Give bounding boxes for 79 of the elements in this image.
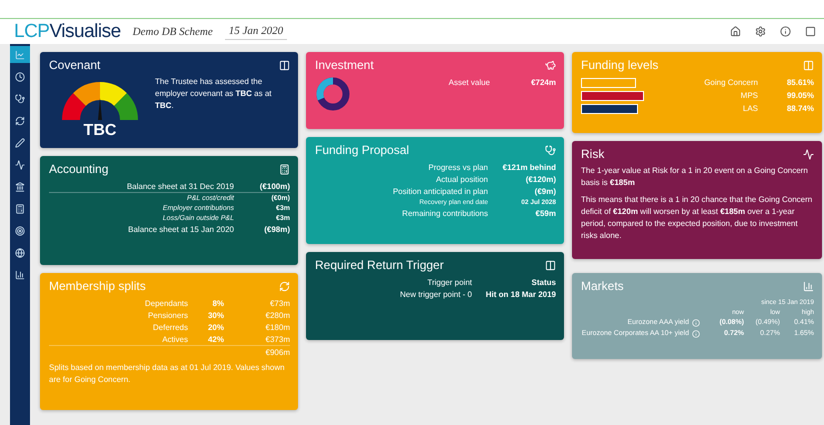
row-label: Deferreds	[152, 322, 188, 332]
row-share: 8%	[211, 298, 224, 308]
chart-icon	[15, 50, 25, 60]
bar-chart-icon	[15, 270, 25, 280]
gauge-label: TBC	[84, 122, 116, 140]
total-value: €906m	[264, 348, 290, 356]
scheme-name: Demo DB Scheme	[132, 26, 213, 38]
refresh-icon	[279, 280, 290, 292]
membership-note: Splits based on membership data as at 01 Jul 2019. Values shown are for Going Concern.	[49, 362, 286, 386]
row-value: 99.05%	[786, 91, 814, 100]
pen-icon	[15, 138, 25, 148]
columns-icon	[803, 60, 814, 70]
row-value: (€100m)	[258, 182, 290, 190]
clock-icon	[15, 72, 25, 82]
logo: LCPVisualise	[14, 20, 121, 42]
stethoscope-icon	[545, 144, 556, 156]
row-value: 88.74%	[786, 104, 814, 113]
row-share: 30%	[206, 310, 224, 320]
home-icon[interactable]	[730, 26, 741, 37]
row-label: LAS	[742, 104, 758, 113]
card-title: Covenant	[49, 58, 100, 72]
stethoscope-icon	[15, 94, 25, 104]
row-label: Pensioners	[146, 310, 188, 320]
row-share: 42%	[206, 334, 224, 344]
activity-icon	[15, 160, 25, 170]
square-icon[interactable]	[805, 26, 816, 37]
columns-icon	[279, 60, 290, 70]
card-title: Funding levels	[581, 58, 658, 72]
row-value: €724m	[530, 78, 556, 86]
columns-icon	[545, 260, 556, 270]
row-value: (€98m)	[263, 224, 290, 234]
row-value: €121m behind	[502, 162, 556, 172]
refresh-icon	[15, 116, 25, 126]
row-value: €59m	[534, 208, 556, 218]
row-value: €280m	[264, 310, 290, 320]
calculator-icon	[15, 204, 25, 214]
card-title: Membership splits	[49, 279, 146, 293]
donut-drawing	[315, 76, 351, 112]
card-title: Required Return Trigger	[315, 258, 444, 272]
row-label: Actives	[161, 334, 188, 344]
row-label: Going Concern	[703, 78, 758, 87]
row-value: 85.61%	[786, 78, 814, 87]
activity-icon	[803, 148, 814, 160]
risk-text: The 1-year value at Risk for a 1 in 20 event on a Going Concern basis is €185m	[581, 165, 809, 189]
globe-icon	[15, 248, 25, 258]
row-label: Dependants	[144, 298, 188, 308]
target-icon	[15, 226, 25, 236]
building-icon	[15, 182, 25, 192]
date-field[interactable]: 15 Jan 2020	[224, 23, 288, 40]
card-title: Risk	[581, 147, 604, 161]
row-share: 20%	[206, 322, 224, 332]
settings-icon[interactable]	[755, 26, 766, 37]
row-value: (€120m)	[524, 174, 556, 184]
row-label: New trigger point - 0	[398, 290, 472, 298]
row-label: Asset value	[448, 78, 490, 86]
card-title: Accounting	[49, 162, 108, 176]
row-value: €73m	[268, 298, 290, 308]
row-value: €373m	[264, 334, 290, 344]
row-value: (€9m)	[534, 186, 556, 196]
card-title: Investment	[315, 58, 374, 72]
piggy-bank-icon	[545, 60, 556, 70]
bar-chart-icon	[803, 280, 814, 292]
card-title: Markets	[581, 279, 624, 293]
row-label: Remaining contributions	[401, 208, 488, 218]
row-value: Status	[530, 278, 556, 286]
row-value: Hit on 18 Mar 2019	[484, 290, 556, 298]
calculator-icon	[279, 164, 290, 174]
row-label: Trigger point	[426, 278, 472, 286]
row-value: €180m	[264, 322, 290, 332]
risk-text: This means that there is a 1 in 20 chance that the Going Concern deficit of €120m will worsen by at least €185m over a 1-year period, compared to the expected position, due to investment risks alone.	[581, 194, 814, 242]
row-label: Balance sheet at 15 Jan 2020	[127, 224, 234, 234]
row-label: Progress vs plan	[427, 162, 488, 172]
info-icon[interactable]	[780, 26, 791, 37]
row-label: Balance sheet at 31 Dec 2019	[126, 182, 234, 190]
card-title: Funding Proposal	[315, 143, 410, 157]
covenant-text: The Trustee has assessed the employer covenant as TBC as at TBC.	[155, 76, 273, 112]
row-label: MPS	[740, 91, 758, 100]
row-label: Position anticipated in plan	[392, 186, 488, 196]
row-label: Actual position	[434, 174, 488, 184]
